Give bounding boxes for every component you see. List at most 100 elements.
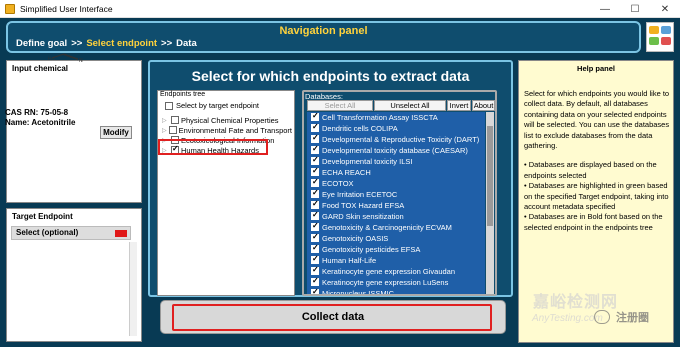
database-item[interactable]: Eye Irritation ECETOC — [307, 188, 485, 200]
database-item[interactable]: Human Half-Life — [307, 254, 485, 266]
checkbox-icon[interactable] — [311, 122, 319, 133]
checkbox-icon[interactable] — [311, 166, 319, 177]
database-label: Dendritic cells COLIPA — [322, 123, 398, 133]
database-label: Eye Irritation ECETOC — [322, 189, 398, 199]
database-label: Food TOX Hazard EFSA — [322, 200, 405, 210]
database-item[interactable]: Genotoxicity OASIS — [307, 232, 485, 244]
database-item[interactable]: ECHA REACH — [307, 166, 485, 178]
databases-scrollbar[interactable] — [486, 112, 494, 294]
endpoints-tree-label: Endpoints tree — [160, 91, 206, 98]
database-item[interactable]: Genotoxicity & Carcinogenicity ECVAM — [307, 221, 485, 233]
about-button[interactable]: About — [472, 100, 495, 111]
database-item[interactable]: Micronucleus ISSMIC — [307, 287, 485, 294]
help-bullet: • Databases are highlighted in green bas… — [524, 181, 669, 212]
invert-button[interactable]: Invert — [447, 100, 471, 111]
scrollbar-thumb[interactable] — [487, 126, 493, 226]
checkbox-icon[interactable] — [311, 243, 319, 254]
help-title: Help panel — [577, 64, 615, 73]
database-item[interactable]: Cell Transformation Assay ISSCTA — [307, 112, 485, 123]
checkbox-icon[interactable] — [311, 287, 319, 294]
checkbox-icon[interactable] — [311, 144, 319, 155]
unselect-all-button[interactable]: Unselect All — [374, 100, 446, 111]
toolbox-logo-icon[interactable] — [646, 22, 674, 52]
help-paragraph: Select for which endpoints you would lik… — [524, 89, 670, 151]
database-item[interactable]: Genotoxicity pesticides EFSA — [307, 243, 485, 255]
title-bar: Simplified User Interface — ☐ ✕ — [0, 0, 680, 18]
watermark-text: 嘉峪检测网 — [533, 294, 619, 311]
database-label: Keratinocyte gene expression Givaudan — [322, 266, 456, 276]
checkbox-icon[interactable] — [168, 126, 177, 134]
database-label: ECOTOX — [322, 178, 354, 188]
cas-rn: CAS RN: 75-05-8 — [5, 108, 69, 117]
tree-item[interactable]: ▷ Environmental Fate and Transport — [162, 125, 292, 135]
expand-icon[interactable]: ▷ — [162, 127, 167, 134]
step-data[interactable]: Data — [176, 38, 197, 49]
navigation-title: Navigation panel — [279, 25, 368, 37]
target-endpoint-select[interactable]: Select (optional) — [11, 226, 131, 240]
step-select-endpoint[interactable]: Select endpoint — [86, 38, 157, 49]
database-item[interactable]: Dendritic cells COLIPA — [307, 122, 485, 134]
checkbox-icon[interactable] — [311, 265, 319, 276]
close-button[interactable]: ✕ — [650, 0, 680, 18]
database-label: ECHA REACH — [322, 167, 371, 177]
checkbox-icon[interactable] — [311, 133, 319, 144]
tree-item-label: Physical Chemical Properties — [181, 115, 279, 125]
database-item[interactable]: Keratinocyte gene expression Givaudan — [307, 265, 485, 277]
database-item[interactable]: Keratinocyte gene expression LuSens — [307, 276, 485, 288]
chemical-name: Name: Acetonitrile — [5, 118, 76, 127]
checkbox-icon[interactable] — [311, 221, 319, 232]
select-by-target-checkbox[interactable]: Select by target endpoint — [165, 101, 259, 110]
expand-icon[interactable]: ▷ — [162, 117, 169, 124]
database-label: Micronucleus ISSMIC — [322, 288, 395, 294]
target-endpoint-header: Target Endpoint — [12, 212, 73, 221]
checkbox-icon[interactable] — [171, 116, 179, 124]
help-bullet: • Databases are displayed based on the e… — [524, 160, 657, 180]
breadcrumb-separator: >> — [161, 38, 173, 49]
collect-data-highlight — [172, 304, 492, 331]
maximize-button[interactable]: ☐ — [620, 0, 650, 18]
database-item[interactable]: Food TOX Hazard EFSA — [307, 199, 485, 211]
page-title: Select for which endpoints to extract da… — [191, 68, 470, 84]
chemical-info: CAS RN: 75-05-8 Name: Acetonitrile — [5, 108, 75, 128]
checkbox-icon[interactable] — [311, 276, 319, 287]
help-body: Select for which endpoints you would lik… — [524, 89, 671, 233]
checkbox-icon[interactable] — [165, 101, 173, 110]
navigation-panel: Navigation panel Define goal >> Select e… — [6, 21, 641, 53]
database-item[interactable]: GARD Skin sensitization — [307, 210, 485, 222]
tree-item[interactable]: ▷ Physical Chemical Properties — [162, 115, 292, 125]
checkbox-icon[interactable] — [311, 254, 319, 265]
watermark-logo-icon — [594, 310, 610, 324]
database-label: Cell Transformation Assay ISSCTA — [322, 112, 438, 122]
database-item[interactable]: ECOTOX — [307, 177, 485, 189]
help-bullet: • Databases are in Bold font based on th… — [524, 212, 663, 232]
target-color-swatch — [115, 230, 127, 237]
database-label: Human Half-Life — [322, 255, 377, 265]
checkbox-icon[interactable] — [311, 188, 319, 199]
modify-button[interactable]: Modify — [100, 126, 132, 139]
breadcrumb: Define goal >> Select endpoint >> Data — [16, 38, 197, 49]
molecule-structure-icon: H₃C N — [48, 53, 83, 64]
target-endpoint-value: Select (optional) — [16, 228, 79, 237]
database-label: Developmental & Reproductive Toxicity (D… — [322, 134, 480, 144]
checkbox-icon[interactable] — [311, 177, 319, 188]
checkbox-icon[interactable] — [311, 155, 319, 166]
database-label: Genotoxicity & Carcinogenicity ECVAM — [322, 222, 452, 232]
app-icon — [5, 3, 15, 14]
step-define-goal[interactable]: Define goal — [16, 38, 67, 49]
databases-list[interactable]: Cell Transformation Assay ISSCTADendriti… — [307, 112, 485, 294]
database-label: Genotoxicity pesticides EFSA — [322, 244, 421, 254]
checkbox-icon[interactable] — [311, 210, 319, 221]
minimize-button[interactable]: — — [590, 0, 620, 18]
human-health-highlight — [158, 139, 268, 155]
database-item[interactable]: Developmental toxicity ILSI — [307, 155, 485, 167]
database-item[interactable]: Developmental & Reproductive Toxicity (D… — [307, 133, 485, 145]
target-scrollbar[interactable] — [129, 242, 137, 336]
checkbox-icon[interactable] — [311, 199, 319, 210]
watermark-url: AnyTesting.com — [532, 313, 603, 324]
checkbox-icon[interactable] — [311, 112, 319, 122]
select-all-button[interactable]: Select All — [307, 100, 373, 111]
select-by-target-label: Select by target endpoint — [176, 101, 259, 110]
database-item[interactable]: Developmental toxicity database (CAESAR) — [307, 144, 485, 156]
database-label: Developmental toxicity ILSI — [322, 156, 413, 166]
checkbox-icon[interactable] — [311, 232, 319, 243]
